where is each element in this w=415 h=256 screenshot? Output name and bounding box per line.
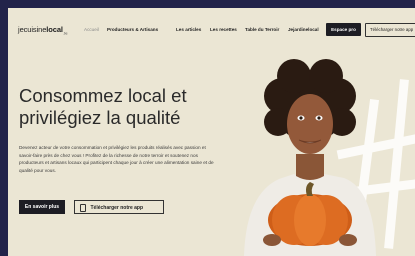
top-navigation: jecuisinelocal.be Accueil Producteurs & … <box>8 8 415 48</box>
download-app-label: Télécharger notre app <box>90 205 144 211</box>
logo-bold-text: local <box>46 25 63 34</box>
nav-item-accueil[interactable]: Accueil <box>84 27 99 32</box>
site-logo[interactable]: jecuisinelocal.be <box>18 25 68 36</box>
download-app-button[interactable]: Télécharger notre app <box>74 200 164 214</box>
nav-item-articles[interactable]: Les articles <box>176 27 201 32</box>
hero-title-line-2: privilégiez la qualité <box>19 107 181 128</box>
hero-description: Devenez acteur de votre consommation et … <box>19 145 214 174</box>
download-app-button-top[interactable]: Télécharger notre app <box>365 23 415 37</box>
phone-icon <box>80 203 86 212</box>
hero-title-line-1: Consommez local et <box>19 85 187 106</box>
hero-image <box>244 59 415 256</box>
logo-light-text: jecuisine <box>18 25 47 34</box>
nav-item-recettes[interactable]: Les recettes <box>210 27 237 32</box>
logo-suffix: .be <box>62 31 68 36</box>
espace-pro-button[interactable]: Espace pro <box>326 23 361 36</box>
face <box>287 94 333 154</box>
browser-viewport: jecuisinelocal.be Accueil Producteurs & … <box>8 8 415 256</box>
nav-item-jejardinelocal[interactable]: Jejardinelocal <box>288 27 319 32</box>
learn-more-button[interactable]: En savoir plus <box>19 200 65 214</box>
hero-title: Consommez local et privilégiez la qualit… <box>19 85 219 129</box>
nav-item-producteurs[interactable]: Producteurs & Artisans <box>107 27 158 32</box>
nav-item-table-du-terroir[interactable]: Table du Terroir <box>245 27 279 32</box>
